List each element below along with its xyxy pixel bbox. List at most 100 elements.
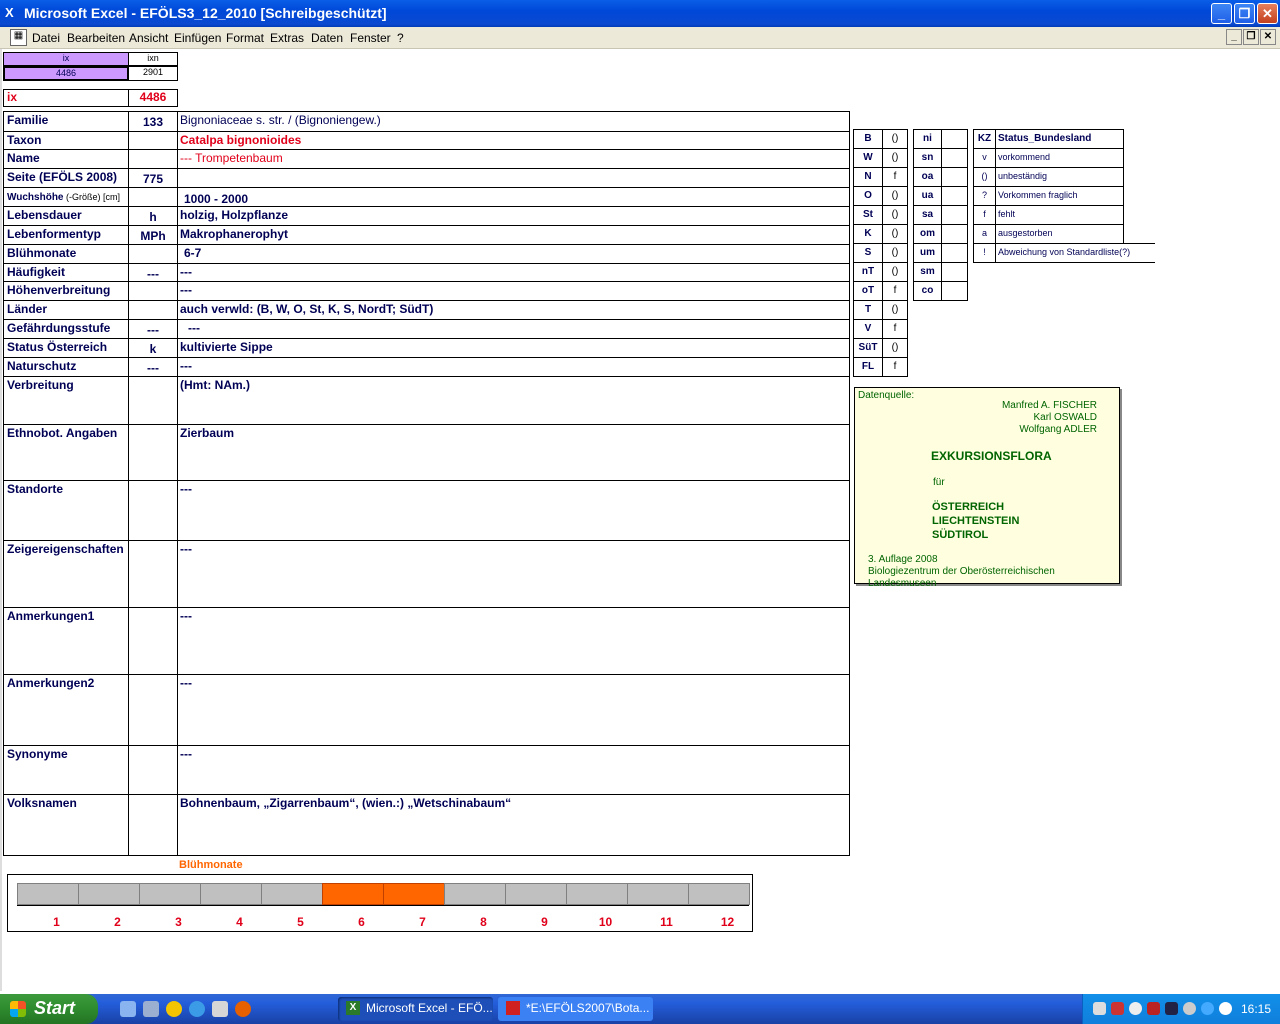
workbook-icon[interactable]: ▦ bbox=[10, 29, 27, 46]
restore-button[interactable]: ❐ bbox=[1234, 3, 1255, 24]
row-value[interactable]: --- bbox=[177, 745, 850, 795]
row-value[interactable]: Catalpa bignonioides bbox=[177, 131, 850, 150]
search-icon[interactable] bbox=[1129, 1002, 1142, 1015]
state-value[interactable]: () bbox=[882, 243, 908, 263]
row-code bbox=[128, 745, 178, 795]
menu-fenster[interactable]: Fenster bbox=[350, 31, 391, 45]
language-icon[interactable] bbox=[1219, 1002, 1232, 1015]
legend-code-header: KZ bbox=[973, 129, 996, 149]
internet-explorer-icon[interactable] bbox=[189, 1001, 205, 1017]
volume-icon[interactable] bbox=[1183, 1002, 1196, 1015]
edition: 3. Auflage 2008 bbox=[868, 554, 938, 565]
doc-restore-button[interactable]: ❐ bbox=[1243, 29, 1259, 45]
state-value[interactable]: () bbox=[882, 262, 908, 282]
state-code: V bbox=[853, 319, 883, 339]
taskbar-explorer[interactable]: *E:\EFÖLS2007\Bota... bbox=[498, 997, 653, 1021]
state-value[interactable]: () bbox=[882, 205, 908, 225]
row-label-text: Ethnobot. Angaben bbox=[7, 426, 118, 440]
media-player-icon[interactable] bbox=[166, 1001, 182, 1017]
antivirus-icon[interactable] bbox=[1147, 1002, 1160, 1015]
row-value[interactable]: Zierbaum bbox=[177, 424, 850, 481]
menu-daten[interactable]: Daten bbox=[311, 31, 343, 45]
row-value[interactable]: --- bbox=[177, 674, 850, 746]
shield-icon[interactable] bbox=[1165, 1002, 1178, 1015]
row-value[interactable]: (Hmt: NAm.) bbox=[177, 376, 850, 425]
region-code: sa bbox=[913, 205, 942, 225]
row-code bbox=[128, 794, 178, 856]
state-value[interactable]: () bbox=[882, 148, 908, 168]
quicklaunch-icon[interactable] bbox=[143, 1001, 159, 1017]
row-label-text: Wuchshöhe bbox=[7, 192, 64, 203]
state-value[interactable]: () bbox=[882, 129, 908, 149]
row-value[interactable]: Bohnenbaum, „Zigarrenbaum“, (wien.:) „We… bbox=[177, 794, 850, 856]
menu-extras[interactable]: Extras bbox=[270, 31, 304, 45]
state-value[interactable]: () bbox=[882, 224, 908, 244]
start-button[interactable]: Start bbox=[0, 994, 98, 1024]
outlook-icon[interactable] bbox=[212, 1001, 228, 1017]
row-label: Ethnobot. Angaben bbox=[3, 424, 129, 481]
month-label: 1 bbox=[53, 915, 60, 929]
region-value[interactable] bbox=[941, 243, 968, 263]
row-value[interactable]: --- bbox=[177, 263, 850, 282]
doc-minimize-button[interactable]: _ bbox=[1226, 29, 1242, 45]
region-value[interactable] bbox=[941, 129, 968, 149]
row-code bbox=[128, 281, 178, 301]
row-value[interactable]: --- bbox=[177, 281, 850, 301]
country-3: SÜDTIROL bbox=[932, 529, 989, 541]
state-value[interactable]: f bbox=[882, 319, 908, 339]
state-value[interactable]: f bbox=[882, 281, 908, 301]
region-value[interactable] bbox=[941, 148, 968, 168]
row-value[interactable]: 6-7 bbox=[177, 244, 850, 264]
state-value[interactable]: f bbox=[882, 357, 908, 377]
region-code: co bbox=[913, 281, 942, 301]
row-value[interactable]: --- bbox=[177, 607, 850, 675]
region-value[interactable] bbox=[941, 205, 968, 225]
network-icon[interactable] bbox=[1093, 1002, 1106, 1015]
menu-bearbeiten[interactable]: Bearbeiten bbox=[67, 31, 125, 45]
region-code: ua bbox=[913, 186, 942, 206]
menu-einfuegen[interactable]: Einfügen bbox=[174, 31, 221, 45]
state-value[interactable]: () bbox=[882, 186, 908, 206]
worksheet[interactable]: ix ixn 4486 2901 ix 4486 Familie 133 Bigno… bbox=[0, 49, 1280, 991]
row-label-text: Länder bbox=[7, 302, 48, 316]
row-value[interactable]: kultivierte Sippe bbox=[177, 338, 850, 358]
state-value[interactable]: () bbox=[882, 300, 908, 320]
region-value[interactable] bbox=[941, 281, 968, 301]
row-value[interactable]: 1000 - 2000 bbox=[177, 187, 850, 207]
row-value[interactable]: Bignoniaceae s. str. / (Bignoniengew.) bbox=[177, 111, 850, 132]
desktop-icon[interactable] bbox=[120, 1001, 136, 1017]
row-value[interactable] bbox=[177, 168, 850, 188]
datenquelle-box: Datenquelle: Manfred A. FISCHER Karl OSW… bbox=[854, 387, 1120, 589]
menu-format[interactable]: Format bbox=[226, 31, 264, 45]
ix-input-cell[interactable]: 4486 bbox=[3, 66, 129, 81]
state-value[interactable]: () bbox=[882, 338, 908, 358]
row-value[interactable]: --- bbox=[177, 480, 850, 541]
state-value[interactable]: f bbox=[882, 167, 908, 187]
menu-help[interactable]: ? bbox=[397, 31, 404, 45]
row-code bbox=[128, 540, 178, 608]
row-value[interactable]: --- bbox=[177, 540, 850, 608]
row-value[interactable]: --- bbox=[177, 357, 850, 377]
firefox-icon[interactable] bbox=[235, 1001, 251, 1017]
update-icon[interactable] bbox=[1201, 1002, 1214, 1015]
region-value[interactable] bbox=[941, 224, 968, 244]
close-button[interactable]: ✕ bbox=[1257, 3, 1278, 24]
row-value[interactable]: auch verwld: (B, W, O, St, K, S, NordT; … bbox=[177, 300, 850, 320]
doc-close-button[interactable]: ✕ bbox=[1260, 29, 1276, 45]
menu-datei[interactable]: Datei bbox=[32, 31, 60, 45]
minimize-button[interactable]: _ bbox=[1211, 3, 1232, 24]
region-value[interactable] bbox=[941, 167, 968, 187]
chart-title: Blühmonate bbox=[179, 859, 243, 871]
row-value[interactable]: --- bbox=[177, 319, 850, 339]
row-value[interactable]: --- Trompetenbaum bbox=[177, 149, 850, 169]
region-value[interactable] bbox=[941, 262, 968, 282]
row-value[interactable]: Makrophanerophyt bbox=[177, 225, 850, 245]
legend-label-header: Status_Bundesland bbox=[995, 129, 1124, 149]
row-value[interactable]: holzig, Holzpflanze bbox=[177, 206, 850, 226]
menu-ansicht[interactable]: Ansicht bbox=[129, 31, 168, 45]
month-label: 2 bbox=[114, 915, 121, 929]
security-icon[interactable] bbox=[1111, 1002, 1124, 1015]
region-value[interactable] bbox=[941, 186, 968, 206]
row-label-text: Anmerkungen1 bbox=[7, 609, 95, 623]
taskbar-excel[interactable]: X Microsoft Excel - EFÖ... bbox=[338, 997, 493, 1021]
